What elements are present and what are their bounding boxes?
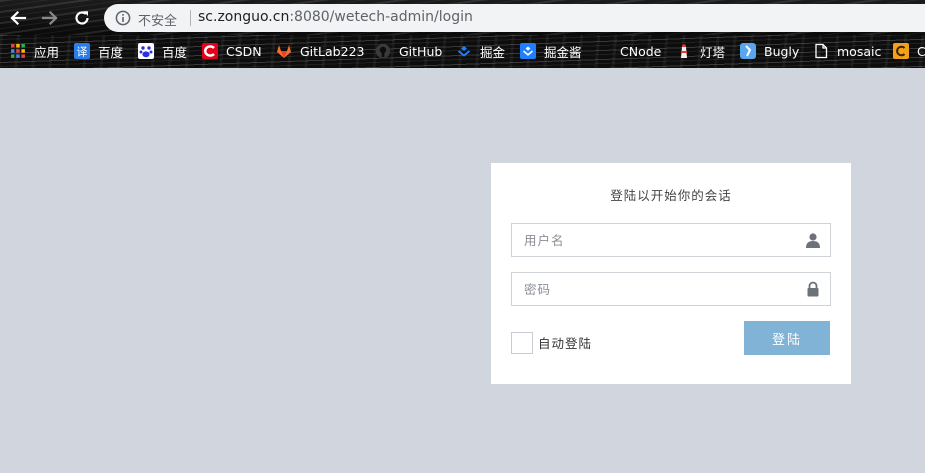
svg-text:译: 译 bbox=[77, 46, 88, 59]
juejin-sauce-icon bbox=[520, 43, 536, 59]
bookmark-cnode[interactable]: CNode bbox=[596, 41, 661, 61]
bookmark-apps[interactable]: 应用 bbox=[10, 41, 59, 61]
url-divider bbox=[190, 10, 191, 26]
arrow-right-icon bbox=[41, 10, 58, 26]
browser-toolbar: 不安全 sc.zonguo.cn:8080/wetech-admin/login bbox=[0, 0, 925, 35]
bookmark-label: GitLab223 bbox=[300, 43, 365, 59]
bookmark-juejin[interactable]: 掘金 bbox=[456, 41, 505, 61]
bookmark-bugly[interactable]: Bugly bbox=[740, 41, 799, 61]
bookmark-label: 灯塔 bbox=[700, 44, 726, 60]
user-icon bbox=[806, 233, 820, 248]
cnode-icon bbox=[596, 43, 612, 59]
bookmark-github[interactable]: GitHub bbox=[375, 41, 442, 61]
page-icon bbox=[813, 43, 829, 59]
login-title: 登陆以开始你的会话 bbox=[610, 188, 732, 203]
back-button[interactable] bbox=[6, 6, 30, 30]
csdn-icon bbox=[202, 43, 218, 59]
url-path: :8080/wetech-admin/login bbox=[289, 9, 473, 25]
bookmark-label: 掘金 bbox=[480, 44, 506, 60]
juejin-icon bbox=[456, 43, 472, 59]
bookmark-label: C bbox=[917, 43, 925, 59]
github-icon bbox=[375, 43, 391, 59]
bookmark-label: mosaic bbox=[837, 43, 882, 59]
bugly-icon bbox=[740, 43, 756, 59]
bookmark-gitlab[interactable]: GitLab223 bbox=[276, 41, 364, 61]
bookmark-juejin-sauce[interactable]: 掘金酱 bbox=[520, 41, 582, 61]
bookmark-label: 百度 bbox=[162, 44, 188, 60]
bookmark-label: CSDN bbox=[226, 43, 262, 59]
security-status[interactable]: 不安全 bbox=[138, 10, 177, 29]
password-field[interactable] bbox=[511, 272, 831, 306]
url-text[interactable]: sc.zonguo.cn:8080/wetech-admin/login bbox=[198, 9, 473, 25]
remember-label: 自动登陆 bbox=[538, 336, 593, 351]
apps-grid-icon bbox=[10, 43, 26, 59]
lock-icon bbox=[807, 281, 819, 297]
info-icon[interactable] bbox=[115, 10, 131, 26]
bookmark-label: CNode bbox=[620, 43, 662, 59]
bookmark-baidu[interactable]: 百度 bbox=[138, 41, 187, 61]
reload-button[interactable] bbox=[70, 6, 94, 30]
bookmarks-bar: 应用 译 百度 百度 CSDN GitLab223 GitHub 掘金 掘金酱 … bbox=[0, 35, 925, 68]
login-button[interactable]: 登陆 bbox=[744, 321, 830, 355]
bookmark-c[interactable]: C bbox=[893, 41, 925, 61]
address-bar[interactable]: 不安全 sc.zonguo.cn:8080/wetech-admin/login bbox=[104, 4, 925, 32]
bookmark-csdn[interactable]: CSDN bbox=[202, 41, 262, 61]
forward-button[interactable] bbox=[38, 6, 62, 30]
lighthouse-icon bbox=[676, 43, 692, 59]
login-card: 登陆以开始你的会话 自动登陆 登陆 bbox=[491, 163, 851, 384]
bookmark-label: 百度 bbox=[98, 44, 124, 60]
bookmark-label: 应用 bbox=[34, 44, 60, 60]
translate-icon: 译 bbox=[74, 43, 90, 59]
bookmark-label: 掘金酱 bbox=[544, 44, 582, 60]
url-host: sc.zonguo.cn bbox=[198, 9, 290, 25]
reload-icon bbox=[75, 11, 89, 25]
remember-checkbox[interactable] bbox=[511, 332, 533, 354]
bookmark-lighthouse[interactable]: 灯塔 bbox=[676, 41, 725, 61]
gitlab-icon bbox=[276, 43, 292, 59]
bookmark-mosaic[interactable]: mosaic bbox=[813, 41, 881, 61]
baidu-paw-icon bbox=[138, 43, 154, 59]
arrow-left-icon bbox=[10, 10, 27, 26]
bookmark-translate-baidu[interactable]: 译 百度 bbox=[74, 41, 123, 61]
orange-c-icon bbox=[893, 43, 909, 59]
password-input[interactable] bbox=[512, 273, 804, 305]
username-field[interactable] bbox=[511, 223, 831, 257]
username-input[interactable] bbox=[512, 224, 804, 256]
bookmark-label: GitHub bbox=[399, 43, 443, 59]
bookmark-label: Bugly bbox=[764, 43, 800, 59]
